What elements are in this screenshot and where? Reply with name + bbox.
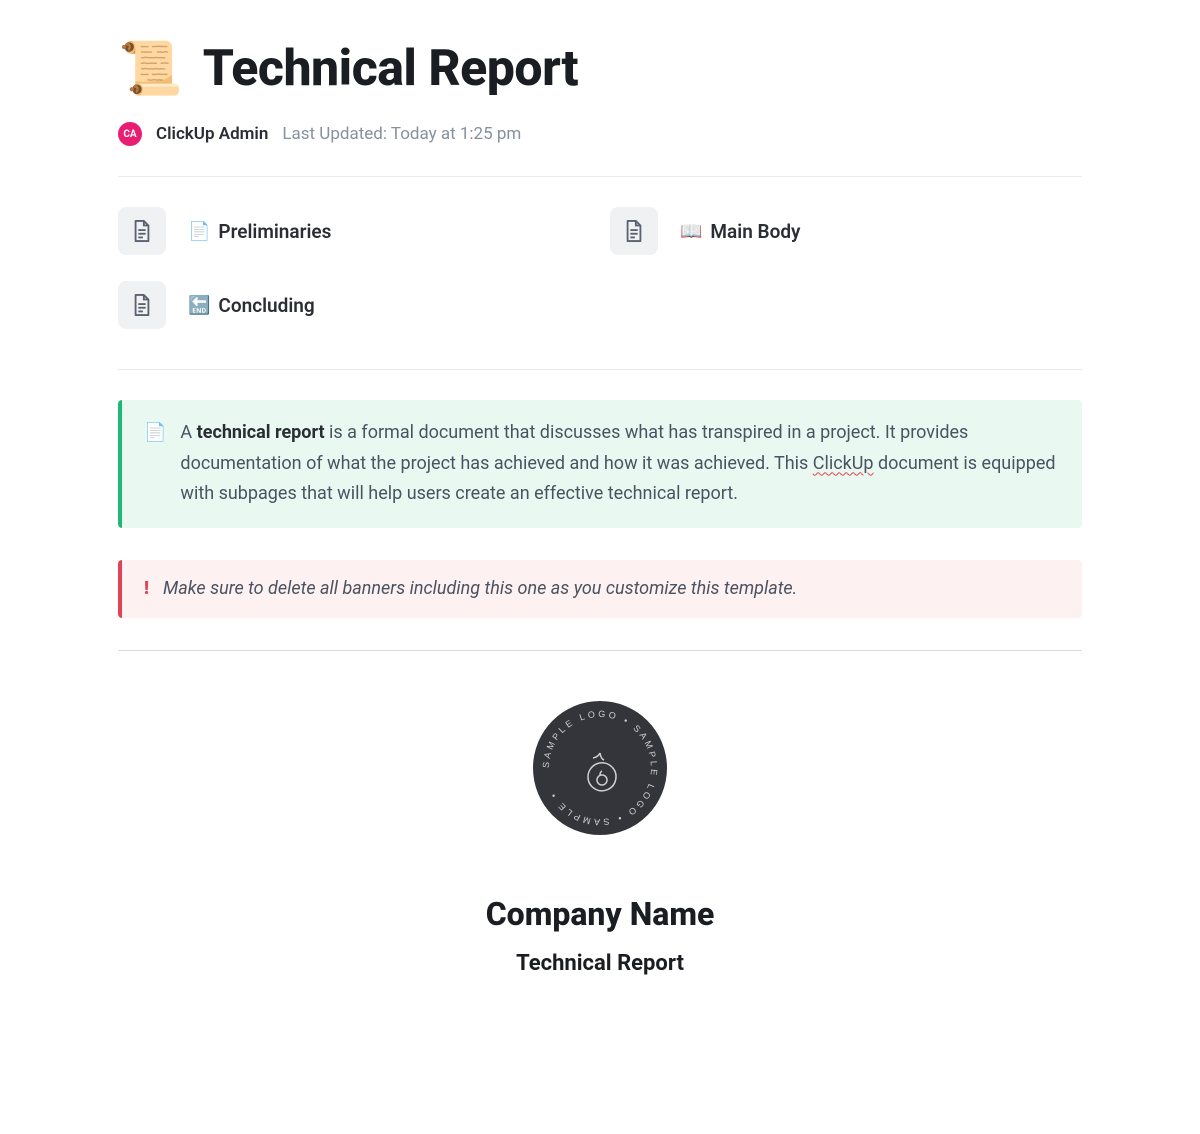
- divider: [118, 176, 1082, 177]
- subpage-concluding[interactable]: 🔚 Concluding: [118, 281, 590, 329]
- open-book-icon: 📖: [680, 221, 702, 242]
- warning-banner-body: Make sure to delete all banners includin…: [163, 574, 1060, 605]
- subpage-label: 📖 Main Body: [680, 220, 800, 243]
- info-text-bold: technical report: [197, 422, 325, 443]
- document-page: 📜 Technical Report CA ClickUp Admin Last…: [0, 0, 1200, 1036]
- scroll-icon: 📜: [118, 43, 183, 95]
- subpage-label: 📄 Preliminaries: [188, 220, 331, 243]
- divider: [118, 650, 1082, 651]
- subpage-main-body[interactable]: 📖 Main Body: [610, 207, 1082, 255]
- subpage-text: Preliminaries: [218, 220, 331, 243]
- last-updated-label: Last Updated: Today at 1:25 pm: [282, 124, 521, 144]
- info-link-word: ClickUp: [813, 453, 874, 474]
- company-name[interactable]: Company Name: [118, 895, 1082, 933]
- page-facing-up-icon: 📄: [144, 418, 166, 510]
- subpage-text: Concluding: [218, 294, 314, 317]
- divider: [118, 369, 1082, 370]
- warning-banner[interactable]: ! Make sure to delete all banners includ…: [118, 560, 1082, 619]
- company-block: Company Name Technical Report: [118, 895, 1082, 976]
- meta-row: CA ClickUp Admin Last Updated: Today at …: [118, 122, 1082, 146]
- company-subtitle[interactable]: Technical Report: [118, 951, 1082, 976]
- sample-logo[interactable]: SAMPLE LOGO • SAMPLE LOGO • SAMPLE •: [533, 701, 667, 835]
- info-banner-body: A technical report is a formal document …: [180, 418, 1060, 510]
- subpages-grid: 📄 Preliminaries 📖 Main Body: [118, 207, 1082, 329]
- clipboard-icon: 📄: [188, 221, 210, 242]
- subpage-label: 🔚 Concluding: [188, 294, 315, 317]
- end-icon: 🔚: [188, 295, 210, 316]
- author-avatar[interactable]: CA: [118, 122, 142, 146]
- subpage-text: Main Body: [710, 220, 800, 243]
- page-icon: [118, 281, 166, 329]
- author-name[interactable]: ClickUp Admin: [156, 124, 268, 144]
- page-icon: [118, 207, 166, 255]
- title-row: 📜 Technical Report: [118, 40, 1082, 98]
- page-title[interactable]: Technical Report: [203, 40, 578, 98]
- logo-container: SAMPLE LOGO • SAMPLE LOGO • SAMPLE •: [118, 701, 1082, 835]
- subpage-preliminaries[interactable]: 📄 Preliminaries: [118, 207, 590, 255]
- info-banner[interactable]: 📄 A technical report is a formal documen…: [118, 400, 1082, 528]
- exclamation-icon: !: [144, 574, 149, 605]
- page-icon: [610, 207, 658, 255]
- logo-circle-text: SAMPLE LOGO • SAMPLE LOGO • SAMPLE •: [541, 709, 659, 827]
- info-text-prefix: A: [180, 422, 196, 443]
